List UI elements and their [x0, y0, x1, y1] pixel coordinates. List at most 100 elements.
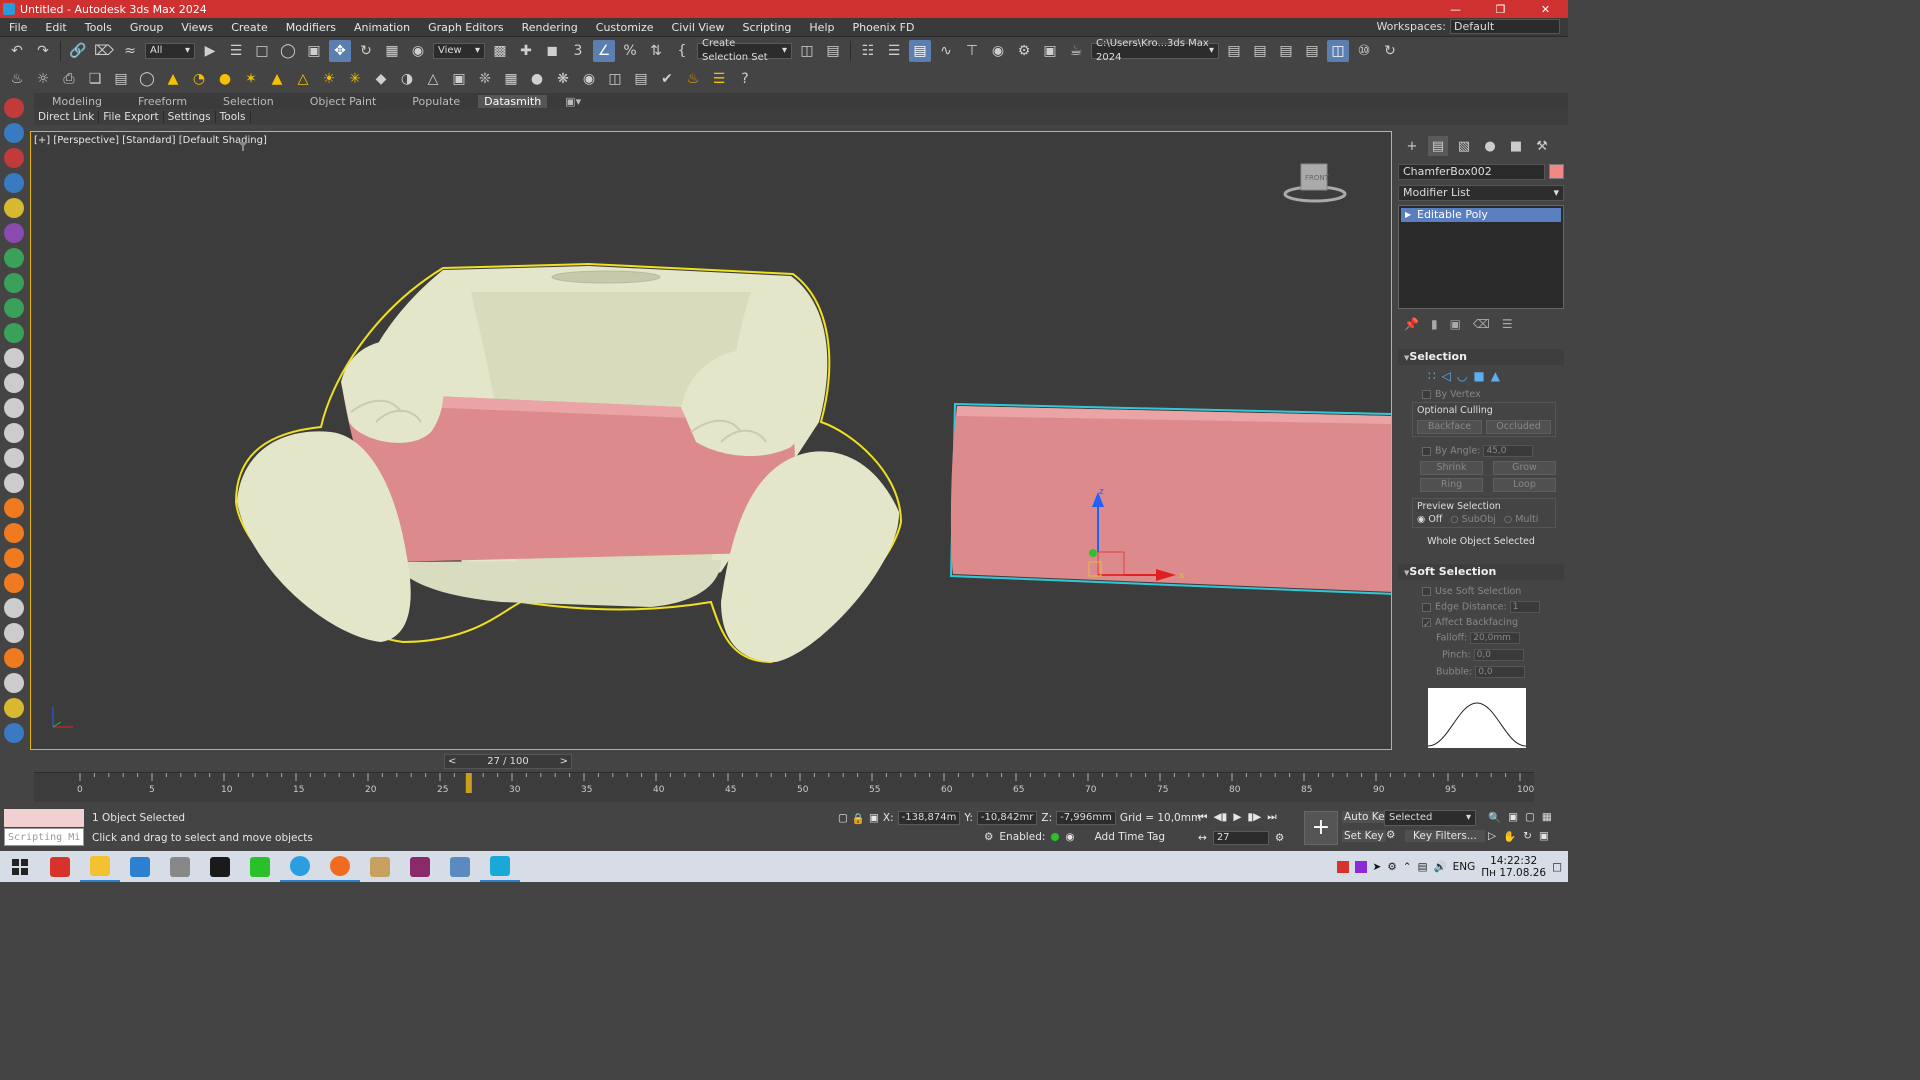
- smoke-icon[interactable]: [4, 598, 24, 618]
- by-vertex-checkbox[interactable]: [1422, 390, 1431, 399]
- spinner-snap-icon[interactable]: ⇅: [645, 40, 667, 62]
- mirror-icon[interactable]: ◫: [796, 40, 818, 62]
- grow-button[interactable]: Grow: [1493, 461, 1556, 475]
- ribbon-tab-freeform[interactable]: Freeform: [120, 95, 205, 108]
- fire-sim-icon[interactable]: [4, 548, 24, 568]
- teapot-icon[interactable]: ♨: [6, 68, 28, 90]
- displacement-icon[interactable]: ▦: [500, 68, 522, 90]
- zoom-extents-all-icon[interactable]: ▦: [1542, 811, 1552, 824]
- preview-subobj-radio[interactable]: ○ SubObj: [1450, 514, 1496, 525]
- stop-icon[interactable]: [4, 398, 24, 418]
- taskbar-app-player[interactable]: [240, 851, 280, 882]
- copy-icon[interactable]: ❏: [84, 68, 106, 90]
- modify-icon[interactable]: [4, 123, 24, 143]
- notifications-icon[interactable]: □: [1552, 861, 1562, 873]
- preview-off-radio[interactable]: ◉ Off: [1417, 514, 1442, 525]
- vray-proxy-icon[interactable]: ◆: [370, 68, 392, 90]
- link-icon[interactable]: 🔗: [67, 40, 89, 62]
- falloff-spinner[interactable]: 20,0mm: [1470, 632, 1521, 644]
- spot-light-icon[interactable]: ▲: [266, 68, 288, 90]
- material-manager-icon[interactable]: ◫: [604, 68, 626, 90]
- selection-rollout-title[interactable]: Selection: [1398, 349, 1564, 365]
- display-icon[interactable]: [4, 198, 24, 218]
- print-icon[interactable]: ⎙: [58, 68, 80, 90]
- ribbon-tab-object-paint[interactable]: Object Paint: [292, 95, 395, 108]
- ref-coord-dropdown[interactable]: View ▾: [433, 43, 485, 59]
- percent-snap-icon[interactable]: %: [619, 40, 641, 62]
- display-tab-icon[interactable]: ■: [1506, 136, 1526, 156]
- orbit-icon[interactable]: ↻: [1523, 830, 1532, 843]
- tray-chevron-icon[interactable]: ⌃: [1403, 861, 1412, 873]
- border-icon[interactable]: ◡: [1457, 369, 1467, 383]
- particle-tool-icon[interactable]: [4, 323, 24, 343]
- use-soft-selection-checkbox[interactable]: [1422, 587, 1431, 596]
- ribbon-tab-populate[interactable]: Populate: [394, 95, 478, 108]
- isolate-icon[interactable]: ▢: [838, 812, 848, 824]
- create-tab-icon[interactable]: +: [1402, 136, 1422, 156]
- selection-filter-dropdown[interactable]: All ▾: [145, 43, 195, 59]
- edge-icon[interactable]: ◁: [1442, 369, 1451, 383]
- minimize-button[interactable]: —: [1433, 0, 1478, 18]
- stack-item-editable-poly[interactable]: Editable Poly: [1401, 208, 1561, 222]
- fire-source-icon[interactable]: [4, 523, 24, 543]
- ring-button[interactable]: Ring: [1420, 478, 1483, 492]
- angle-snap-icon[interactable]: ∠: [593, 40, 615, 62]
- maxscript-listener[interactable]: [4, 809, 84, 827]
- play-icon[interactable]: [4, 348, 24, 368]
- mesh-light-icon[interactable]: △: [292, 68, 314, 90]
- tray-app-icon[interactable]: [1336, 860, 1349, 873]
- time-config-icon[interactable]: ⚙: [1275, 832, 1284, 844]
- shrink-button[interactable]: Shrink: [1420, 461, 1483, 475]
- tree-icon[interactable]: ♨: [682, 68, 704, 90]
- sync-icon[interactable]: ↻: [1379, 40, 1401, 62]
- element-icon[interactable]: ▲: [1491, 369, 1500, 383]
- project-set-icon[interactable]: ▤: [1275, 40, 1297, 62]
- next-frame-play-icon[interactable]: ▮▶: [1247, 811, 1261, 824]
- menu-item-animation[interactable]: Animation: [345, 21, 419, 34]
- go-to-end-icon[interactable]: ⏭: [1267, 811, 1276, 824]
- tray-language[interactable]: ENG: [1453, 861, 1476, 873]
- count-icon[interactable]: ⑩: [1353, 40, 1375, 62]
- schematic-view-icon[interactable]: ⊤: [961, 40, 983, 62]
- material-convert-icon[interactable]: ◉: [578, 68, 600, 90]
- modifier-list-dropdown[interactable]: Modifier List ▾: [1398, 185, 1564, 201]
- sun-icon[interactable]: ☀: [318, 68, 340, 90]
- taskbar-app-dark[interactable]: [200, 851, 240, 882]
- menu-item-graph-editors[interactable]: Graph Editors: [419, 21, 513, 34]
- ribbon-toggle-icon[interactable]: ▤: [909, 40, 931, 62]
- sphere-light-icon[interactable]: ✶: [240, 68, 262, 90]
- set-key-label-button[interactable]: Set Key: [1342, 830, 1386, 842]
- object-color-swatch[interactable]: [1549, 164, 1564, 179]
- menu-item-phoenix-fd[interactable]: Phoenix FD: [843, 21, 923, 34]
- z-coordinate-field[interactable]: -7,996mm: [1056, 811, 1116, 825]
- vray-logo-icon[interactable]: ✔: [656, 68, 678, 90]
- circle-selection-icon[interactable]: ◯: [277, 40, 299, 62]
- project-path-dropdown[interactable]: C:\Users\Kro...3ds Max 2024 ▾: [1091, 38, 1219, 63]
- scene-explorer-icon[interactable]: ☷: [857, 40, 879, 62]
- add-time-tag-text[interactable]: Add Time Tag: [1095, 831, 1165, 843]
- motion-tab-icon[interactable]: ●: [1480, 136, 1500, 156]
- list-tool-icon[interactable]: [4, 473, 24, 493]
- taskbar-app-images[interactable]: [440, 851, 480, 882]
- vray-sphere-icon[interactable]: ◑: [396, 68, 418, 90]
- material-library-icon[interactable]: ❋: [552, 68, 574, 90]
- frame-buffer-icon[interactable]: ▤: [630, 68, 652, 90]
- project-folder-icon[interactable]: ▤: [1223, 40, 1245, 62]
- time-tag-icon[interactable]: ◉: [1065, 831, 1074, 843]
- selection-set-dropdown[interactable]: Create Selection Set ▾: [697, 38, 792, 63]
- project-open-icon[interactable]: ▤: [1301, 40, 1323, 62]
- tray-app2-icon[interactable]: [1354, 860, 1367, 873]
- keyboard-shortcut-icon[interactable]: ◼: [541, 40, 563, 62]
- taskbar-app-3dsmax[interactable]: [480, 851, 520, 882]
- ribbon-tab-datasmith[interactable]: Datasmith: [478, 94, 548, 108]
- affect-backfacing-checkbox[interactable]: ✓: [1422, 618, 1431, 630]
- grid-tool-icon[interactable]: [4, 298, 24, 318]
- zoom-extents-icon[interactable]: ▢: [1525, 811, 1535, 824]
- menu-item-rendering[interactable]: Rendering: [513, 21, 587, 34]
- pan-icon[interactable]: ✋: [1503, 830, 1516, 843]
- edge-distance-spinner[interactable]: 1: [1509, 601, 1540, 613]
- key-mode-icon[interactable]: ↔: [1198, 832, 1207, 844]
- set-key-button[interactable]: +: [1304, 811, 1338, 845]
- soft-selection-rollout-title[interactable]: Soft Selection: [1398, 564, 1564, 580]
- menu-item-customize[interactable]: Customize: [587, 21, 663, 34]
